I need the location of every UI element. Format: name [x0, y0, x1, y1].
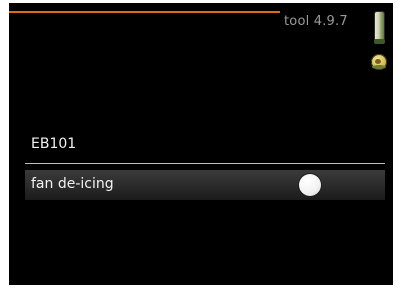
- section-title: EB101: [31, 136, 77, 152]
- globe-icon: [371, 54, 387, 70]
- setting-label: fan de-icing: [31, 176, 114, 192]
- tool-title: tool 4.9.7: [284, 14, 348, 29]
- display-screen: tool 4.9.7 EB101 fan de-icing: [9, 3, 393, 285]
- header-accent-line: [9, 11, 280, 13]
- toggle-knob: [299, 174, 321, 196]
- fan-de-icing-toggle[interactable]: [299, 174, 325, 197]
- setting-row-fan-de-icing[interactable]: fan de-icing: [25, 170, 385, 200]
- section-divider: [25, 163, 385, 164]
- thermometer-icon: [374, 11, 385, 44]
